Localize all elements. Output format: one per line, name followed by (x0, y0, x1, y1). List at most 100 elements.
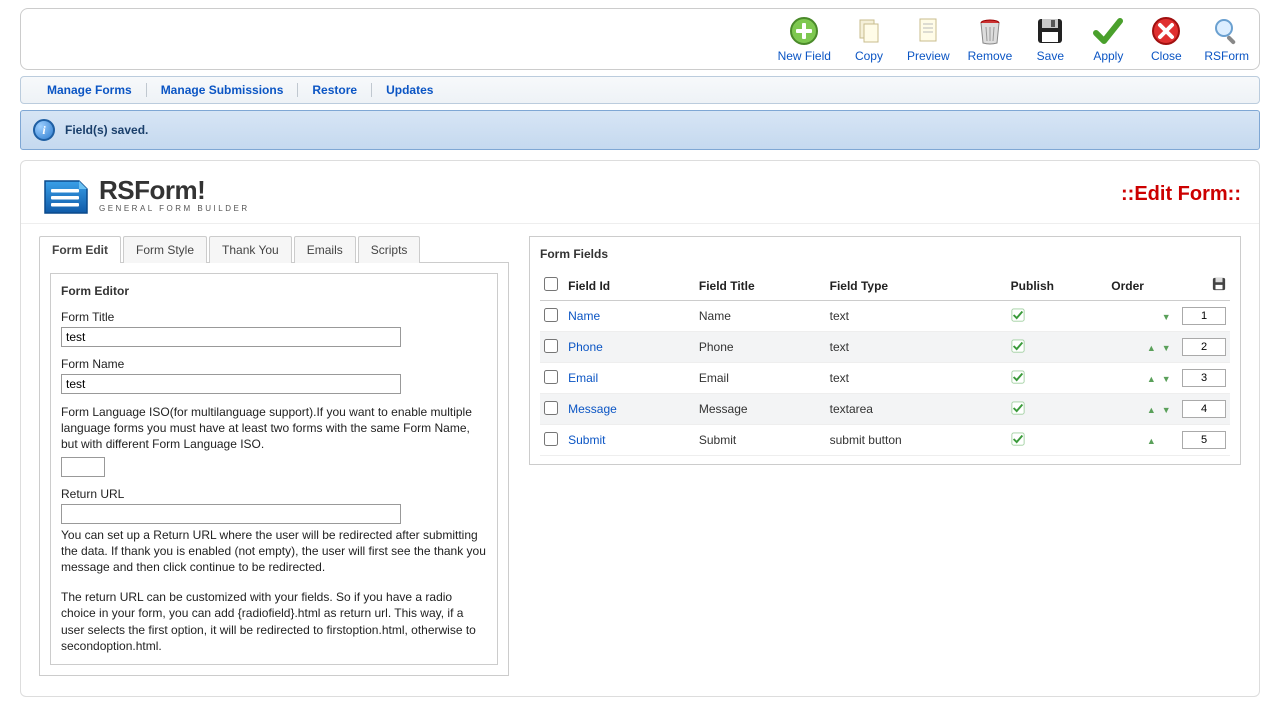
plus-icon (788, 15, 820, 47)
toolbar-label: Save (1037, 49, 1064, 63)
form-name-input[interactable] (61, 374, 401, 394)
move-down-icon[interactable]: ▼ (1159, 312, 1174, 322)
page-title: ::Edit Form:: (1121, 183, 1241, 206)
form-tabs: Form EditForm StyleThank YouEmailsScript… (39, 236, 509, 263)
col-field-id: Field Id (564, 271, 695, 301)
order-input[interactable] (1182, 307, 1226, 325)
tab-form-style[interactable]: Form Style (123, 236, 207, 263)
field-id-link[interactable]: Phone (568, 340, 603, 354)
copy-button[interactable]: Copy (849, 15, 889, 63)
publish-toggle[interactable] (1011, 432, 1025, 449)
return-url-help2: The return URL can be customized with yo… (61, 589, 487, 654)
field-type-cell: text (826, 363, 1007, 394)
tab-emails[interactable]: Emails (294, 236, 356, 263)
field-title-cell: Message (695, 394, 826, 425)
save-order-icon[interactable] (1212, 277, 1226, 291)
move-up-icon[interactable]: ▲ (1144, 436, 1159, 446)
publish-toggle[interactable] (1011, 339, 1025, 356)
submenu: Manage FormsManage SubmissionsRestoreUpd… (20, 76, 1260, 104)
order-input[interactable] (1182, 369, 1226, 387)
tab-scripts[interactable]: Scripts (358, 236, 421, 263)
logo-subtitle: GENERAL FORM BUILDER (99, 204, 250, 213)
message-text: Field(s) saved. (65, 123, 148, 137)
row-checkbox[interactable] (544, 339, 558, 353)
field-id-link[interactable]: Message (568, 402, 617, 416)
x-icon (1150, 15, 1182, 47)
preview-icon (912, 15, 944, 47)
form-fields-title: Form Fields (540, 245, 1230, 271)
field-title-cell: Email (695, 363, 826, 394)
field-title-cell: Phone (695, 332, 826, 363)
system-message: i Field(s) saved. (20, 110, 1260, 150)
table-row: EmailEmailtext▲▼ (540, 363, 1230, 394)
submenu-item[interactable]: Manage Submissions (147, 83, 299, 97)
disk-icon (1034, 15, 1066, 47)
order-input[interactable] (1182, 338, 1226, 356)
submenu-item[interactable]: Restore (298, 83, 372, 97)
save-button[interactable]: Save (1030, 15, 1070, 63)
field-type-cell: text (826, 332, 1007, 363)
select-all-checkbox[interactable] (544, 277, 558, 291)
move-up-icon[interactable]: ▲ (1144, 405, 1159, 415)
search-icon (1211, 15, 1243, 47)
table-row: SubmitSubmitsubmit button▲▼ (540, 425, 1230, 456)
move-down-icon[interactable]: ▼ (1159, 343, 1174, 353)
order-input[interactable] (1182, 400, 1226, 418)
info-icon: i (33, 119, 55, 141)
move-down-icon[interactable]: ▼ (1159, 405, 1174, 415)
field-id-link[interactable]: Name (568, 309, 600, 323)
tab-thank-you[interactable]: Thank You (209, 236, 292, 263)
return-url-label: Return URL (61, 487, 487, 501)
form-title-input[interactable] (61, 327, 401, 347)
table-row: PhonePhonetext▲▼ (540, 332, 1230, 363)
row-checkbox[interactable] (544, 401, 558, 415)
publish-toggle[interactable] (1011, 401, 1025, 418)
col-order: Order (1107, 271, 1177, 301)
toolbar: New Field Copy Preview Remove Save Apply Close… (20, 8, 1260, 70)
check-icon (1092, 15, 1124, 47)
row-checkbox[interactable] (544, 432, 558, 446)
table-row: NameNametext▲▼ (540, 301, 1230, 332)
field-id-link[interactable]: Submit (568, 433, 605, 447)
move-up-icon[interactable]: ▲ (1144, 374, 1159, 384)
close-button[interactable]: Close (1146, 15, 1186, 63)
field-title-cell: Name (695, 301, 826, 332)
move-up-icon[interactable]: ▲ (1144, 343, 1159, 353)
form-title-label: Form Title (61, 310, 487, 324)
order-input[interactable] (1182, 431, 1226, 449)
return-url-input[interactable] (61, 504, 401, 524)
fields-table: Field Id Field Title Field Type Publish … (540, 271, 1230, 456)
row-checkbox[interactable] (544, 370, 558, 384)
field-type-cell: submit button (826, 425, 1007, 456)
rsform-button[interactable]: RSForm (1204, 15, 1249, 63)
form-editor-legend: Form Editor (61, 284, 487, 298)
field-type-cell: text (826, 301, 1007, 332)
remove-button[interactable]: Remove (968, 15, 1013, 63)
submenu-item[interactable]: Updates (372, 83, 447, 97)
new-field-button[interactable]: New Field (778, 15, 831, 63)
form-lang-input[interactable] (61, 457, 105, 477)
form-fields-panel: Form Fields Field Id Field Title Field T… (529, 236, 1241, 465)
move-down-icon[interactable]: ▼ (1159, 374, 1174, 384)
content-card: RSForm! GENERAL FORM BUILDER ::Edit Form… (20, 160, 1260, 697)
tab-form-edit[interactable]: Form Edit (39, 236, 121, 263)
preview-button[interactable]: Preview (907, 15, 950, 63)
form-name-label: Form Name (61, 357, 487, 371)
submenu-item[interactable]: Manage Forms (33, 83, 147, 97)
publish-toggle[interactable] (1011, 308, 1025, 325)
form-editor-fieldset: Form Editor Form Title Form Name Form La… (50, 273, 498, 665)
logo-title: RSForm! (99, 175, 250, 206)
field-id-link[interactable]: Email (568, 371, 598, 385)
publish-toggle[interactable] (1011, 370, 1025, 387)
rsform-logo-icon (39, 173, 91, 215)
form-lang-help: Form Language ISO(for multilanguage supp… (61, 404, 487, 453)
col-field-title: Field Title (695, 271, 826, 301)
toolbar-label: Copy (855, 49, 883, 63)
table-row: MessageMessagetextarea▲▼ (540, 394, 1230, 425)
apply-button[interactable]: Apply (1088, 15, 1128, 63)
toolbar-label: New Field (778, 49, 831, 63)
field-type-cell: textarea (826, 394, 1007, 425)
trash-icon (974, 15, 1006, 47)
row-checkbox[interactable] (544, 308, 558, 322)
tab-panel-form-edit: Form Editor Form Title Form Name Form La… (39, 262, 509, 676)
